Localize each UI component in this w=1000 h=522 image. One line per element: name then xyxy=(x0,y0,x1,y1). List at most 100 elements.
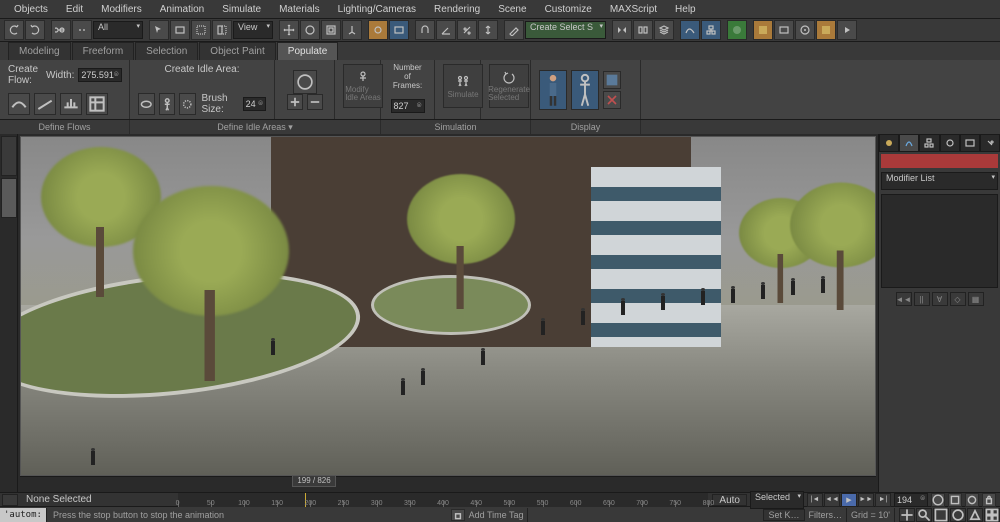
ref-coord-dropdown[interactable]: View xyxy=(233,21,273,39)
remove-modifier-icon[interactable]: ◇ xyxy=(950,292,966,306)
auto-key-button[interactable]: Auto xyxy=(712,494,747,506)
num-frames-spinner[interactable]: 827 xyxy=(391,99,425,113)
add-time-tag[interactable]: Add Time Tag xyxy=(465,508,529,522)
tab-object-paint[interactable]: Object Paint xyxy=(199,42,275,60)
lock-ui-icon[interactable] xyxy=(451,509,465,521)
next-frame-icon[interactable]: ►► xyxy=(858,493,874,507)
mirror-icon[interactable] xyxy=(612,20,632,40)
unlink-icon[interactable] xyxy=(72,20,92,40)
flow-ramp-icon[interactable] xyxy=(34,93,56,115)
select-region-icon[interactable] xyxy=(191,20,211,40)
key-filters-link[interactable]: Filters… xyxy=(805,508,848,522)
idle-brush-icon[interactable] xyxy=(179,93,196,115)
flow-mesh-icon[interactable] xyxy=(86,93,108,115)
set-key-button[interactable]: Set K… xyxy=(763,509,804,521)
edit-named-sel-icon[interactable] xyxy=(504,20,524,40)
menu-lighting[interactable]: Lighting/Cameras xyxy=(330,2,424,17)
redo-icon[interactable] xyxy=(25,20,45,40)
placement-icon[interactable] xyxy=(342,20,362,40)
percent-snap-icon[interactable] xyxy=(457,20,477,40)
tab-modeling[interactable]: Modeling xyxy=(8,42,71,60)
track-ruler[interactable]: 0501001502002503003504004505005506006507… xyxy=(178,493,709,507)
mini-curve-editor-icon[interactable] xyxy=(2,494,18,506)
menu-scene[interactable]: Scene xyxy=(490,2,534,17)
remove-idle-icon[interactable] xyxy=(307,94,323,110)
frame-indicator[interactable]: 199 / 826 xyxy=(292,475,336,487)
link-icon[interactable] xyxy=(51,20,71,40)
render-last-icon[interactable] xyxy=(837,20,857,40)
utilities-tab-icon[interactable] xyxy=(980,134,1000,152)
modify-idle-button[interactable]: Modify Idle Areas xyxy=(343,64,383,108)
select-icon[interactable] xyxy=(149,20,169,40)
select-name-icon[interactable] xyxy=(170,20,190,40)
maxscript-listener[interactable]: 'autom: xyxy=(0,508,47,522)
angle-snap-icon[interactable] xyxy=(436,20,456,40)
orbit-icon[interactable] xyxy=(950,508,966,522)
create-tab-icon[interactable] xyxy=(879,134,899,152)
window-crossing-icon[interactable] xyxy=(212,20,232,40)
time-slider[interactable]: 199 / 826 xyxy=(20,476,876,490)
keyboard-shortcut-icon[interactable] xyxy=(389,20,409,40)
menu-objects[interactable]: Objects xyxy=(6,2,56,17)
selection-filter-dropdown[interactable]: All xyxy=(93,21,143,39)
menu-simulate[interactable]: Simulate xyxy=(214,2,269,17)
layers-icon[interactable] xyxy=(654,20,674,40)
zoom-icon[interactable] xyxy=(916,508,932,522)
rotate-icon[interactable] xyxy=(300,20,320,40)
pan-icon[interactable] xyxy=(899,508,915,522)
viewport-tab-1[interactable] xyxy=(1,136,17,176)
time-config-icon[interactable] xyxy=(931,493,945,507)
viewport-tab-2[interactable] xyxy=(1,178,17,218)
menu-maxscript[interactable]: MAXScript xyxy=(602,2,665,17)
idle-area-icon[interactable] xyxy=(138,93,155,115)
curve-editor-icon[interactable] xyxy=(680,20,700,40)
make-unique-icon[interactable]: ∀ xyxy=(932,292,948,306)
hierarchy-tab-icon[interactable] xyxy=(919,134,939,152)
snap-toggle-icon[interactable] xyxy=(415,20,435,40)
regenerate-button[interactable]: Regenerate Selected xyxy=(489,64,529,108)
brush-size-spinner[interactable]: 24 xyxy=(243,97,266,111)
manipulate-icon[interactable] xyxy=(368,20,388,40)
menu-help[interactable]: Help xyxy=(667,2,704,17)
scale-icon[interactable] xyxy=(321,20,341,40)
motion-tab-icon[interactable] xyxy=(940,134,960,152)
play-icon[interactable]: ▶ xyxy=(841,493,857,507)
isolate-icon[interactable] xyxy=(965,493,979,507)
tab-selection[interactable]: Selection xyxy=(135,42,198,60)
render-production-icon[interactable] xyxy=(795,20,815,40)
menu-customize[interactable]: Customize xyxy=(537,2,600,17)
fov-icon[interactable] xyxy=(967,508,983,522)
display-tab-icon[interactable] xyxy=(960,134,980,152)
tab-populate[interactable]: Populate xyxy=(277,42,338,60)
object-name-field[interactable] xyxy=(881,154,998,168)
selection-lock-icon[interactable] xyxy=(982,493,996,507)
render-setup-icon[interactable] xyxy=(753,20,773,40)
label-define-idle[interactable]: Define Idle Areas ▾ xyxy=(130,120,381,134)
menu-edit[interactable]: Edit xyxy=(58,2,91,17)
goto-end-icon[interactable]: ►| xyxy=(875,493,891,507)
menu-materials[interactable]: Materials xyxy=(271,2,328,17)
prev-frame-icon[interactable]: ◄◄ xyxy=(824,493,840,507)
paint-idle-icon[interactable] xyxy=(293,70,317,94)
modifier-stack[interactable] xyxy=(881,194,998,288)
maximize-viewport-icon[interactable] xyxy=(984,508,1000,522)
material-editor-icon[interactable] xyxy=(727,20,747,40)
schematic-view-icon[interactable] xyxy=(701,20,721,40)
idle-person-icon[interactable] xyxy=(159,93,176,115)
align-icon[interactable] xyxy=(633,20,653,40)
key-filters-dropdown[interactable]: Selected xyxy=(750,491,804,509)
menu-modifiers[interactable]: Modifiers xyxy=(93,2,150,17)
flow-tool-icon[interactable] xyxy=(8,93,30,115)
menu-animation[interactable]: Animation xyxy=(152,2,212,17)
key-mode-icon[interactable] xyxy=(948,493,962,507)
show-end-result-icon[interactable]: || xyxy=(914,292,930,306)
add-idle-icon[interactable] xyxy=(287,94,303,110)
display-delete-icon[interactable] xyxy=(603,91,621,109)
configure-sets-icon[interactable]: ▦ xyxy=(968,292,984,306)
display-stick-icon[interactable] xyxy=(571,70,599,110)
modifier-list-dropdown[interactable]: Modifier List xyxy=(881,172,998,190)
render-frame-icon[interactable] xyxy=(774,20,794,40)
spinner-snap-icon[interactable] xyxy=(478,20,498,40)
tab-freeform[interactable]: Freeform xyxy=(72,42,135,60)
undo-icon[interactable] xyxy=(4,20,24,40)
